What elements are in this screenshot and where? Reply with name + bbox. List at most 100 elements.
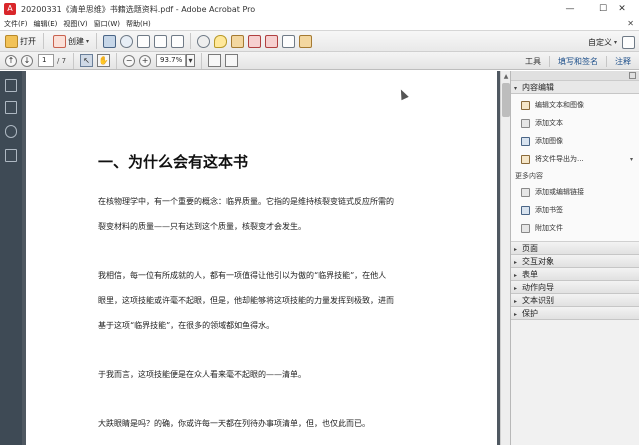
export-file-item[interactable]: 将文件导出为... ▾ [511, 150, 639, 168]
tab-tools[interactable]: 工具 [517, 56, 549, 67]
section-forms[interactable]: ▸ 表单 [511, 268, 639, 281]
toolbar-divider [43, 33, 44, 49]
paragraph-line: 裂变材料的质量——只有达到这个质量，核裂变才会发生。 [98, 222, 306, 231]
collapsed-arrow-icon: ▸ [514, 311, 518, 318]
more-content-label: 更多内容 [515, 172, 543, 180]
scroll-up-icon[interactable]: ▲ [502, 72, 510, 81]
email-icon[interactable] [171, 34, 185, 48]
menu-view[interactable]: 视图(V) [63, 19, 87, 29]
folder-icon [5, 34, 18, 48]
comment-bubble-icon[interactable] [214, 34, 228, 48]
attachments-icon[interactable] [5, 125, 17, 138]
add-image-icon [521, 136, 530, 146]
add-edit-link-item[interactable]: 添加或编辑链接 [511, 183, 639, 201]
create-label: 创建 [68, 36, 84, 46]
paragraph-line: 大跌眼睛是吗？的确，你或许每一天都在列待办事项清单，但，也仅此而已。 [98, 419, 370, 428]
create-pdf-icon [53, 34, 66, 48]
zoom-level-input[interactable]: 93.7% [156, 54, 187, 67]
add-bookmark-item[interactable]: 添加书签 [511, 201, 639, 219]
section-title: 交互对象 [522, 257, 554, 266]
paragraph-line: 我相信，每一位有所成就的人，都有一项值得让他引以为傲的“临界技能”，在他人 [98, 271, 387, 280]
expand-toolbar-icon[interactable] [622, 35, 635, 49]
chevron-down-icon: ▾ [613, 38, 617, 46]
print-icon[interactable] [137, 34, 151, 48]
section-title: 表单 [522, 270, 538, 279]
zoom-out-button[interactable]: − [123, 54, 136, 67]
navigation-toolbar: ↑ ↓ 1 / 7 ↖ ✋ − + 93.7% ▾ 工具 填写和签名 注释 [0, 52, 639, 70]
menu-help[interactable]: 帮助(H) [126, 19, 151, 29]
menu-edit[interactable]: 编辑(E) [34, 19, 58, 29]
edit-text-icon [521, 100, 530, 110]
stamp-icon[interactable] [231, 34, 245, 48]
item-label: 附加文件 [535, 224, 563, 232]
acrobat-app-icon: A [4, 3, 16, 15]
paperclip-icon [521, 223, 530, 233]
section-action-wizard[interactable]: ▸ 动作向导 [511, 281, 639, 294]
full-screen-icon[interactable] [225, 54, 239, 67]
document-viewport[interactable]: 一、为什么会有这本书 在核物理学中，有一个重要的概念：临界质量。它指的是维持核裂… [22, 71, 500, 445]
previous-page-icon[interactable]: ↑ [5, 54, 17, 67]
open-label: 打开 [20, 36, 36, 46]
section-title: 保护 [522, 309, 538, 318]
edit-text-and-images-item[interactable]: 编辑文本和图像 [511, 96, 639, 114]
menu-file[interactable]: 文件(F) [4, 19, 28, 29]
signatures-icon[interactable] [5, 149, 17, 162]
sign-icon[interactable] [282, 34, 296, 48]
protect-icon[interactable] [265, 34, 279, 48]
document-close-icon[interactable]: ✕ [627, 18, 634, 30]
toolbar-right-group: 自定义 ▾ [585, 31, 639, 53]
toolbar-divider [116, 52, 118, 69]
paragraph-line: 在核物理学中，有一个重要的概念：临界质量。它指的是维持核裂变链式反应所需的 [98, 197, 394, 206]
section-pages[interactable]: ▸ 页面 [511, 242, 639, 255]
add-text-icon [521, 118, 530, 128]
page-number-input[interactable]: 1 [38, 54, 54, 67]
item-label: 添加图像 [535, 137, 563, 145]
open-button[interactable]: 打开 [0, 32, 39, 50]
menu-bar: 文件(F) 编辑(E) 视图(V) 窗口(W) 帮助(H) ✕ [0, 18, 639, 30]
toolbar-divider [73, 52, 75, 69]
cloud-upload-icon[interactable] [120, 34, 134, 48]
page-thumbnails-icon[interactable] [5, 79, 17, 92]
next-page-icon[interactable]: ↓ [21, 54, 33, 67]
section-text-recognition[interactable]: ▸ 文本识别 [511, 294, 639, 307]
tab-comment[interactable]: 注释 [606, 55, 639, 67]
zoom-dropdown-icon[interactable]: ▾ [186, 54, 196, 67]
add-text-item[interactable]: 添加文本 [511, 114, 639, 132]
bookmark-icon [521, 205, 530, 215]
section-content-edit[interactable]: ▾ 内容编辑 [511, 81, 639, 94]
title-bar: A 20200331《清单思维》书籍选题资料.pdf - Adobe Acrob… [0, 0, 639, 18]
select-tool-icon[interactable]: ↖ [80, 54, 94, 67]
section-title: 内容编辑 [522, 83, 554, 92]
item-label: 添加或编辑链接 [535, 188, 584, 196]
close-button[interactable]: ✕ [605, 0, 639, 18]
gear-icon[interactable] [197, 34, 211, 48]
form-edit-icon[interactable] [299, 34, 313, 48]
toolbar-divider [190, 33, 192, 49]
bookmarks-icon[interactable] [5, 101, 17, 114]
customize-dropdown[interactable]: 自定义 ▾ [585, 33, 620, 51]
section-interactive-objects[interactable]: ▸ 交互对象 [511, 255, 639, 268]
section-protection[interactable]: ▸ 保护 [511, 307, 639, 320]
fit-page-icon[interactable] [208, 54, 222, 67]
tab-fill-and-sign[interactable]: 填写和签名 [549, 55, 606, 67]
redact-icon[interactable] [248, 34, 262, 48]
scrollbar-thumb[interactable] [502, 83, 510, 117]
create-button[interactable]: 创建 ▾ [48, 32, 92, 50]
edit-document-icon[interactable] [154, 34, 168, 48]
section-title: 页面 [522, 244, 538, 253]
vertical-scrollbar[interactable]: ▲ [500, 71, 510, 445]
total-pages: / 7 [57, 56, 67, 65]
minimize-button[interactable]: — [553, 0, 587, 18]
hand-tool-icon[interactable]: ✋ [97, 54, 111, 67]
pane-options-icon[interactable] [629, 72, 636, 79]
zoom-in-button[interactable]: + [139, 54, 152, 67]
save-icon[interactable] [103, 34, 117, 48]
add-image-item[interactable]: 添加图像 [511, 132, 639, 150]
paragraph-line: 眼里，这项技能或许毫不起眼，但是，他却能够将这项技能的力量发挥到极致，进而 [98, 296, 394, 305]
main-toolbar: 打开 创建 ▾ 自定义 ▾ [0, 30, 639, 52]
menu-window[interactable]: 窗口(W) [94, 19, 120, 29]
attach-file-item[interactable]: 附加文件 [511, 219, 639, 237]
paragraph-line: 基于这项“临界技能”，在很多的领域都如鱼得水。 [98, 321, 275, 330]
item-label: 添加文本 [535, 119, 563, 127]
expanded-arrow-icon: ▾ [514, 85, 518, 92]
